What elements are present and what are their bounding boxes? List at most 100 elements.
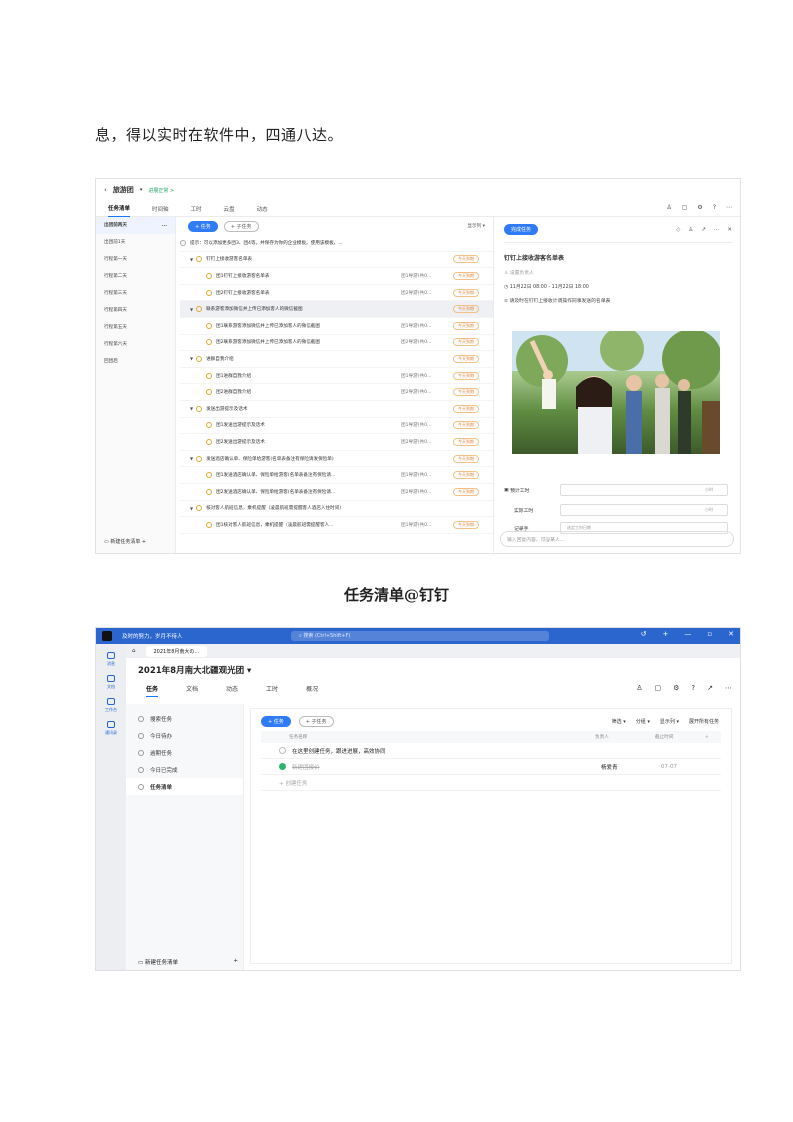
close-icon[interactable]: ✕ xyxy=(728,630,734,638)
checkbox-icon[interactable] xyxy=(196,405,203,412)
tab-tasklist[interactable]: 任务清单 xyxy=(108,200,131,217)
actual-hours-input[interactable]: 小时 xyxy=(560,504,728,516)
collapse-icon[interactable]: ▼ xyxy=(190,456,193,461)
maximize-icon[interactable]: ▫ xyxy=(707,630,712,638)
more-icon[interactable]: ⋯ xyxy=(725,684,732,692)
close-icon[interactable]: ✕ xyxy=(727,227,732,233)
settings-icon[interactable]: ⚙ xyxy=(697,204,702,211)
tab-worktime[interactable]: 工时 xyxy=(191,201,202,217)
task-row[interactable]: 团1发送出游提示及话术 团1导游(共0... 今天到期 xyxy=(180,418,493,435)
history-icon[interactable]: ↺ xyxy=(641,630,647,638)
task-row[interactable]: ▼ 进群自我介绍 今天到期 xyxy=(180,351,493,368)
page-title[interactable]: 2021年8月南大北疆观光团 ▾ xyxy=(138,664,251,676)
sidebar-item[interactable]: 出团前两天... xyxy=(96,217,175,234)
user-icon[interactable]: ♙ xyxy=(688,227,693,233)
sidebar-item-done[interactable]: 今日已完成 xyxy=(126,761,243,778)
add-task-button[interactable]: + 任务 xyxy=(188,220,218,232)
assignee-field[interactable]: ♙ 设置负责人 xyxy=(504,269,732,276)
tab-tasks[interactable]: 任务 xyxy=(146,684,159,697)
new-tasklist-button[interactable]: ▭ 新建任务清单 + xyxy=(104,538,146,545)
sidebar-item-overdue[interactable]: 逾期任务 xyxy=(126,744,243,761)
task-row[interactable]: 团1联系游客添加微信并上传已添加客人的微信截图 团1导游(共0... 今天到期 xyxy=(180,318,493,335)
checkbox-icon[interactable] xyxy=(206,372,212,379)
share-icon[interactable]: ↗ xyxy=(701,227,706,233)
avatar[interactable] xyxy=(102,631,112,641)
share-icon[interactable]: ↗ xyxy=(707,684,713,692)
task-row[interactable]: 团1发送酒店确认单、保险单给游客(名单表备注有保险请... 团1导游(共0... 今… xyxy=(180,467,493,484)
minimize-icon[interactable]: — xyxy=(684,630,691,638)
more-icon[interactable]: ⋯ xyxy=(714,227,720,233)
group-button[interactable]: 分组 ▾ xyxy=(636,718,650,725)
time-field[interactable]: ◷ 11月22日 08:00 - 11月22日 18:00 xyxy=(504,283,732,290)
create-task-row[interactable]: + 创建任务 xyxy=(261,775,721,791)
task-row[interactable]: 团2联系游客添加微信并上传已添加客人的微信截图 团2导游(共0... 今天到期 xyxy=(180,335,493,352)
tab-worktime[interactable]: 工时 xyxy=(266,684,278,697)
chat-icon[interactable]: ▢ xyxy=(682,204,688,211)
checkbox-icon[interactable] xyxy=(206,272,212,279)
description-field[interactable]: ≡ 请及时在钉钉上接收计调操作同事发送的名单表 xyxy=(504,297,732,304)
sidebar-item[interactable]: 行程第二天 xyxy=(96,268,175,285)
help-icon[interactable]: ? xyxy=(691,684,695,692)
checkbox-icon[interactable] xyxy=(206,438,212,445)
checkbox-icon[interactable] xyxy=(180,239,186,246)
chat-icon[interactable]: ▢ xyxy=(655,684,662,692)
checkbox-icon[interactable] xyxy=(206,322,212,329)
sidebar-item[interactable]: 行程第三天 xyxy=(96,285,175,302)
display-columns-button[interactable]: 显示列 ▾ xyxy=(660,718,679,725)
add-subtask-button[interactable]: + 子任务 xyxy=(298,715,334,727)
reply-input[interactable]: 输入回复内容，可@某人... xyxy=(500,531,734,547)
back-icon[interactable]: ‹ xyxy=(104,186,107,194)
search-input[interactable]: ⌕ 搜索 (Ctrl+Shift+F) xyxy=(291,631,549,641)
tab-activity[interactable]: 动态 xyxy=(257,201,268,217)
collapse-icon[interactable]: ▼ xyxy=(190,406,193,411)
estimated-hours-input[interactable]: 小时 xyxy=(560,484,728,496)
members-icon[interactable]: ♙ xyxy=(636,684,642,692)
nav-docs[interactable]: 文档 xyxy=(96,675,126,690)
home-icon[interactable]: ⌂ xyxy=(132,648,136,654)
checkbox-icon[interactable] xyxy=(206,472,212,479)
task-row[interactable]: 团1钉钉上接收游客名单表 团1导游(共0... 今天到期 xyxy=(180,268,493,285)
status-motto[interactable]: 及时的努力，岁月不待人 xyxy=(122,632,183,640)
sidebar-item[interactable]: 行程第四天 xyxy=(96,302,175,319)
task-row[interactable]: 团2进群自我介绍 团2导游(共0... 今天到期 xyxy=(180,384,493,401)
checkbox-icon[interactable] xyxy=(206,289,212,296)
table-row[interactable]: 在这里创建任务，跟进进展，高效协同 xyxy=(261,743,721,759)
sidebar-item-search[interactable]: 搜索任务 xyxy=(126,710,243,727)
nav-messages[interactable]: 消息 xyxy=(96,652,126,667)
project-title[interactable]: 旅游团 xyxy=(113,185,134,195)
collapse-icon[interactable]: ▼ xyxy=(190,356,193,361)
filter-button[interactable]: 筛选 ▾ xyxy=(612,718,626,725)
sidebar-item-tasklist[interactable]: 任务清单 xyxy=(126,778,243,795)
checkbox-icon[interactable] xyxy=(206,422,212,429)
task-row[interactable]: ▼ 核对客人航班信息，乘机提醒（凌晨航班需提醒客人酒店入住时间) xyxy=(180,501,493,518)
task-row[interactable]: 团1进群自我介绍 团1导游(共0... 今天到期 xyxy=(180,368,493,385)
task-row[interactable]: ▼ 钉钉上接收游客名单表 今天到期 xyxy=(180,252,493,269)
new-tasklist-button[interactable]: ▭ 新建任务清单 + xyxy=(138,958,238,966)
complete-task-button[interactable]: 完成任务 xyxy=(504,224,539,235)
task-row[interactable]: ▼ 发送出游提示及话术 今天到期 xyxy=(180,401,493,418)
sidebar-item-today[interactable]: 今日待办 xyxy=(126,727,243,744)
members-icon[interactable]: ♙ xyxy=(666,204,671,211)
collapse-icon[interactable]: ▼ xyxy=(190,257,193,262)
tab-activity[interactable]: 动态 xyxy=(226,684,238,697)
expand-all-button[interactable]: 展开所有任务 xyxy=(689,718,719,725)
nav-workbench[interactable]: 工作台 xyxy=(96,698,126,713)
task-row[interactable]: 团2发送酒店确认单、保险单给游客(名单表备注有保险请... 团2导游(共0... 今… xyxy=(180,484,493,501)
status-badge[interactable]: 进展正常 > xyxy=(148,187,174,194)
tag-icon[interactable]: ◇ xyxy=(676,227,680,233)
sidebar-item[interactable]: 行程第六天 xyxy=(96,336,175,353)
task-row[interactable]: 团2发送出游提示及话术 团2导游(共0... 今天到期 xyxy=(180,434,493,451)
checkbox-icon[interactable] xyxy=(196,306,203,313)
task-row[interactable]: 团2钉钉上接收游客名单表 团2导游(共0... 今天到期 xyxy=(180,285,493,302)
plus-icon[interactable]: + xyxy=(663,630,669,638)
tab-docs[interactable]: 文档 xyxy=(186,684,198,697)
checkbox-icon[interactable] xyxy=(206,389,212,396)
more-icon[interactable]: ⋯ xyxy=(726,204,732,211)
task-row[interactable]: ▼ 发送酒店确认单、保险单给游客(名单表备注有保险请发保险单) 今天到期 xyxy=(180,451,493,468)
add-subtask-button[interactable]: + 子任务 xyxy=(223,220,259,232)
sidebar-item[interactable]: 行程第五天 xyxy=(96,319,175,336)
collapse-icon[interactable]: ▼ xyxy=(190,506,193,511)
display-columns-button[interactable]: 显示列 ▾ xyxy=(467,223,485,229)
table-row[interactable]: 新建团报价 杨爱青 07-07 xyxy=(261,759,721,775)
settings-icon[interactable]: ⚙ xyxy=(673,684,679,692)
